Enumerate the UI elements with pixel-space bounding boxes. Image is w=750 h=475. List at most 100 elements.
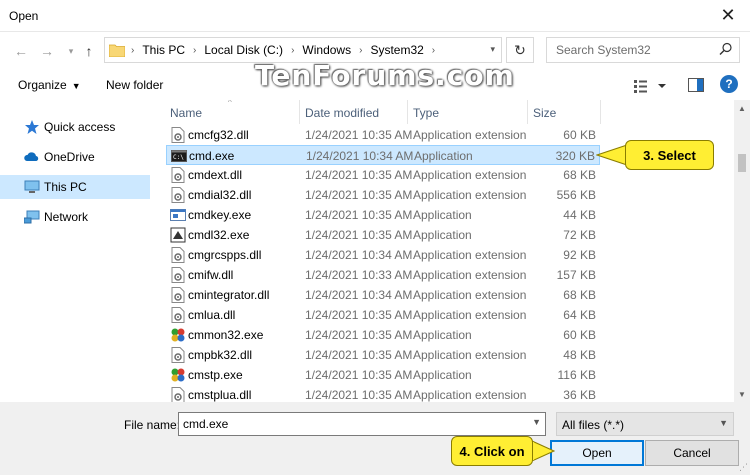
file-type-select[interactable]: All files (*.*) ▼ — [556, 412, 734, 436]
file-name-label: File name: — [124, 418, 181, 432]
dll-file-icon — [170, 287, 186, 303]
file-type: Application — [413, 208, 472, 222]
title-bar: Open ✕ — [0, 0, 750, 32]
column-divider[interactable] — [527, 100, 528, 124]
organize-chevron-icon: ▼ — [71, 81, 81, 91]
column-divider[interactable] — [407, 100, 408, 124]
file-size: 36 KB — [563, 388, 596, 402]
file-row[interactable]: cmpbk32.dll 1/24/2021 10:35 AM Application… — [166, 345, 600, 365]
dll-file-icon — [170, 187, 186, 203]
open-button[interactable]: Open — [550, 440, 644, 466]
file-row[interactable]: cmintegrator.dll 1/24/2021 10:34 AM Applic… — [166, 285, 600, 305]
column-divider[interactable] — [299, 100, 300, 124]
dll-file-icon — [170, 387, 186, 402]
nav-label: This PC — [44, 180, 87, 194]
breadcrumb-separator-icon[interactable]: › — [193, 45, 196, 56]
up-arrow-icon[interactable]: ↑ — [78, 40, 100, 62]
file-type: Application extension — [413, 248, 527, 262]
dll-file-icon — [170, 127, 186, 143]
file-type: Application extension — [413, 388, 527, 402]
forward-arrow-icon[interactable]: → — [36, 40, 58, 62]
resize-grip-icon[interactable]: ⋰ — [739, 462, 748, 473]
breadcrumb-local-disk[interactable]: Local Disk (C:) — [204, 43, 283, 57]
column-date-modified[interactable]: Date modified — [305, 106, 379, 120]
column-size[interactable]: Size — [533, 106, 556, 120]
nav-item-this-pc[interactable]: This PC — [0, 175, 150, 199]
breadcrumb-separator-icon[interactable]: › — [432, 45, 435, 56]
file-name-dropdown-chevron-icon[interactable]: ▼ — [532, 417, 541, 427]
close-icon[interactable]: ✕ — [706, 0, 750, 31]
file-date-modified: 1/24/2021 10:35 AM — [305, 168, 413, 182]
scroll-up-arrow-icon[interactable]: ▲ — [734, 100, 750, 116]
address-dropdown-chevron-icon[interactable]: ▾ — [490, 44, 495, 55]
breadcrumb-separator-icon[interactable]: › — [291, 45, 294, 56]
file-name: cmdkey.exe — [188, 208, 252, 222]
file-row[interactable]: cmdl32.exe 1/24/2021 10:35 AM Application 7… — [166, 225, 600, 245]
file-row[interactable]: cmlua.dll 1/24/2021 10:35 AM Application e… — [166, 305, 600, 325]
search-icon — [719, 42, 732, 55]
column-divider[interactable] — [600, 100, 601, 124]
scroll-down-arrow-icon[interactable]: ▼ — [734, 386, 750, 402]
file-name: cmmon32.exe — [188, 328, 264, 342]
nav-item-quick-access[interactable]: Quick access — [0, 115, 150, 139]
dll-file-icon — [170, 307, 186, 323]
sort-ascending-icon: ^ — [228, 100, 232, 107]
file-size: 68 KB — [563, 288, 596, 302]
breadcrumb-separator-icon[interactable]: › — [359, 45, 362, 56]
column-type[interactable]: Type — [413, 106, 439, 120]
dialog-footer: File name: ▼ All files (*.*) ▼ Open Canc… — [0, 402, 750, 475]
nav-item-onedrive[interactable]: OneDrive — [0, 145, 150, 169]
file-name: cmifw.dll — [188, 268, 234, 282]
application-icon — [170, 367, 186, 383]
nav-label: Quick access — [44, 120, 116, 134]
scrollbar-thumb[interactable] — [738, 154, 746, 172]
file-name-combobox[interactable]: ▼ — [178, 412, 546, 436]
cloud-icon — [24, 152, 39, 161]
file-name: cmstp.exe — [188, 368, 243, 382]
file-type-chevron-icon: ▼ — [719, 418, 728, 428]
file-row[interactable]: C:\ cmd.exe 1/24/2021 10:34 AM Application 3… — [166, 145, 600, 165]
file-row[interactable]: cmdial32.dll 1/24/2021 10:35 AM Applicatio… — [166, 185, 600, 205]
nav-item-network[interactable]: Network — [0, 205, 150, 229]
file-row[interactable]: cmifw.dll 1/24/2021 10:33 AM Application e… — [166, 265, 600, 285]
cancel-button[interactable]: Cancel — [645, 440, 739, 466]
file-name: cmintegrator.dll — [188, 288, 270, 302]
file-type: Application extension — [413, 308, 527, 322]
file-row[interactable]: cmstplua.dll 1/24/2021 10:35 AM Applicatio… — [166, 385, 600, 402]
preview-pane-icon[interactable] — [688, 78, 704, 92]
application-icon — [170, 227, 186, 243]
organize-button[interactable]: Organize ▼ — [18, 78, 81, 92]
vertical-scrollbar[interactable]: ▲ ▼ — [734, 100, 750, 402]
file-date-modified: 1/24/2021 10:35 AM — [305, 208, 413, 222]
callout-select: 3. Select — [625, 140, 714, 170]
watermark: TenForums.com — [255, 59, 515, 92]
file-row[interactable]: cmdkey.exe 1/24/2021 10:35 AM Application 4… — [166, 205, 600, 225]
change-view-icon[interactable] — [634, 78, 672, 94]
breadcrumb-separator-icon[interactable]: › — [131, 45, 134, 56]
breadcrumb-system32[interactable]: System32 — [370, 43, 423, 57]
column-name[interactable]: Name — [170, 106, 202, 120]
folder-icon — [109, 44, 125, 57]
search-input[interactable] — [547, 38, 717, 62]
help-icon[interactable]: ? — [720, 75, 738, 93]
file-name: cmlua.dll — [188, 308, 236, 322]
file-row[interactable]: cmcfg32.dll 1/24/2021 10:35 AM Application… — [166, 125, 600, 145]
search-box[interactable] — [546, 37, 740, 63]
breadcrumb-this-pc[interactable]: This PC — [142, 43, 185, 57]
new-folder-button[interactable]: New folder — [106, 78, 163, 92]
file-row[interactable]: cmmon32.exe 1/24/2021 10:35 AM Application… — [166, 325, 600, 345]
file-row[interactable]: cmgrcspps.dll 1/24/2021 10:34 AM Applicati… — [166, 245, 600, 265]
file-size: 116 KB — [557, 368, 596, 382]
nav-label: OneDrive — [44, 150, 95, 164]
file-name: cmpbk32.dll — [188, 348, 253, 362]
command-prompt-icon: C:\ — [171, 148, 187, 164]
file-date-modified: 1/24/2021 10:35 AM — [305, 348, 413, 362]
file-row[interactable]: cmdext.dll 1/24/2021 10:35 AM Application … — [166, 165, 600, 185]
file-row[interactable]: cmstp.exe 1/24/2021 10:35 AM Application 11… — [166, 365, 600, 385]
file-name-field[interactable] — [179, 413, 525, 435]
breadcrumb-windows[interactable]: Windows — [302, 43, 351, 57]
file-date-modified: 1/24/2021 10:34 AM — [306, 149, 414, 163]
dll-file-icon — [170, 347, 186, 363]
file-date-modified: 1/24/2021 10:35 AM — [305, 128, 413, 142]
back-arrow-icon[interactable]: ← — [10, 40, 32, 62]
